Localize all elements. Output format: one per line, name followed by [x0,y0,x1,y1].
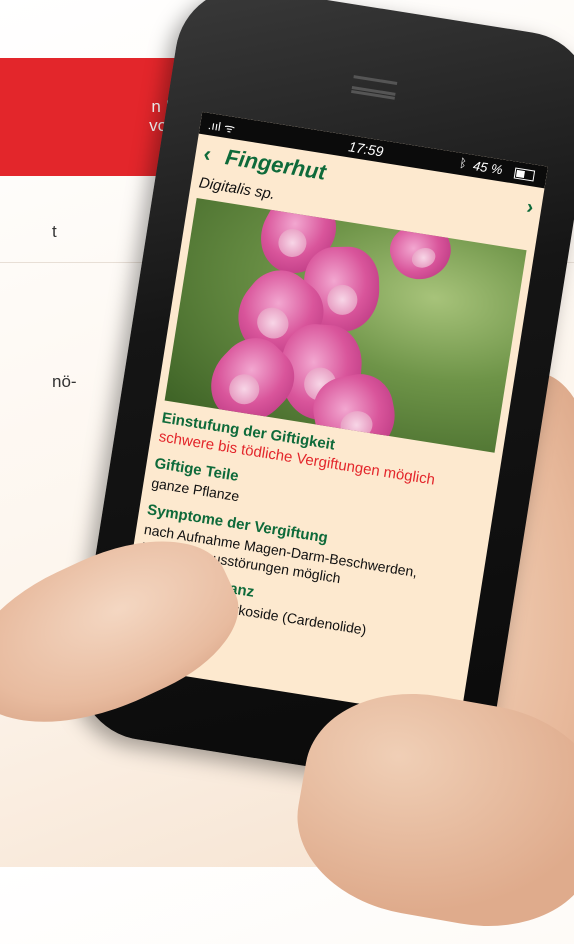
plant-photo [164,198,527,453]
background-text-fragment: t [52,222,57,241]
battery-percentage: 45 % [472,157,504,178]
signal-wifi-icon: .ııl ᯤ [207,118,237,137]
next-button[interactable]: › [525,196,535,220]
background-text-fragment: nö- [52,372,77,391]
battery-icon [513,167,536,182]
earpiece-speaker [351,75,398,96]
bluetooth-icon: ᛒ [458,155,468,171]
flower-bloom [383,214,459,288]
status-time: 17:59 [347,138,385,160]
back-button[interactable]: ‹ [202,141,213,168]
